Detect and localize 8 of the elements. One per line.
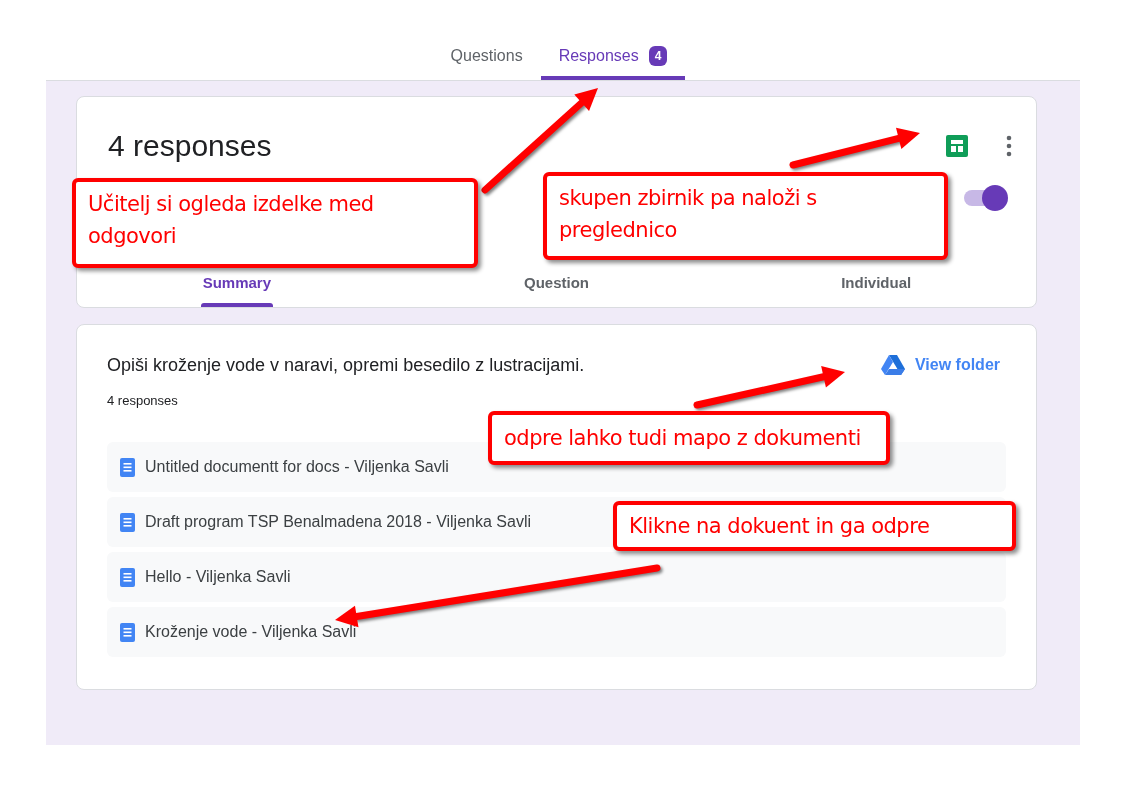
count-badge: 4 xyxy=(648,46,668,66)
question-text: Opiši kroženje vode v naravi, opremi besedilo z lustracijami. xyxy=(107,354,586,376)
annotation-tooltip: Klikne na dokuent in ga odpre xyxy=(613,501,1016,551)
annotation-tooltip: skupen zbirnik pa naloži s preglednico xyxy=(543,172,948,260)
response-count: 4 responses xyxy=(107,393,179,408)
responses-title: 4 responses xyxy=(108,129,272,163)
annotation-tooltip: Učitelj si ogleda izdelke med odgovori xyxy=(72,178,478,268)
annotation-tooltip: odpre lahko tudi mapo z dokumenti xyxy=(488,411,890,465)
